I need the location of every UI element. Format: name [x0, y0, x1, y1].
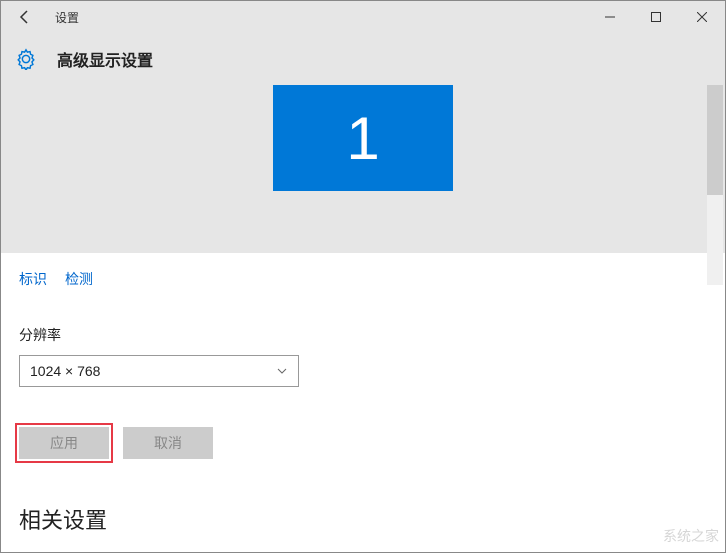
titlebar: 设置 [1, 1, 725, 33]
vertical-scrollbar[interactable] [707, 85, 723, 285]
minimize-button[interactable] [587, 1, 633, 33]
related-settings-heading: 相关设置 [19, 503, 707, 535]
page-header: 高级显示设置 [1, 33, 725, 85]
cancel-button[interactable]: 取消 [123, 427, 213, 459]
close-icon [697, 12, 707, 22]
close-button[interactable] [679, 1, 725, 33]
identify-link[interactable]: 标识 [19, 269, 47, 289]
window-controls [587, 1, 725, 33]
maximize-icon [651, 12, 661, 22]
detect-link[interactable]: 检测 [65, 269, 93, 289]
monitor-1[interactable]: 1 [273, 85, 453, 191]
resolution-dropdown[interactable]: 1024 × 768 [19, 355, 299, 387]
arrow-left-icon [17, 9, 33, 25]
scroll-thumb[interactable] [707, 85, 723, 195]
apply-button[interactable]: 应用 [19, 427, 109, 459]
monitor-number: 1 [346, 104, 379, 173]
window-title: 设置 [55, 9, 79, 26]
resolution-value: 1024 × 768 [30, 363, 100, 379]
monitor-preview: 1 [1, 85, 725, 253]
content-area: 1 标识 检测 分辨率 1024 × 768 应用 取消 相关设置 颜色校准 [1, 85, 725, 552]
display-action-links: 标识 检测 [19, 269, 707, 289]
maximize-button[interactable] [633, 1, 679, 33]
button-row: 应用 取消 [19, 427, 707, 459]
chevron-down-icon [276, 365, 288, 377]
resolution-label: 分辨率 [19, 325, 707, 345]
page-title: 高级显示设置 [57, 47, 153, 71]
minimize-icon [605, 12, 615, 22]
settings-icon [15, 48, 37, 70]
color-calibration-link[interactable]: 颜色校准 [19, 551, 707, 552]
back-button[interactable] [1, 1, 49, 33]
